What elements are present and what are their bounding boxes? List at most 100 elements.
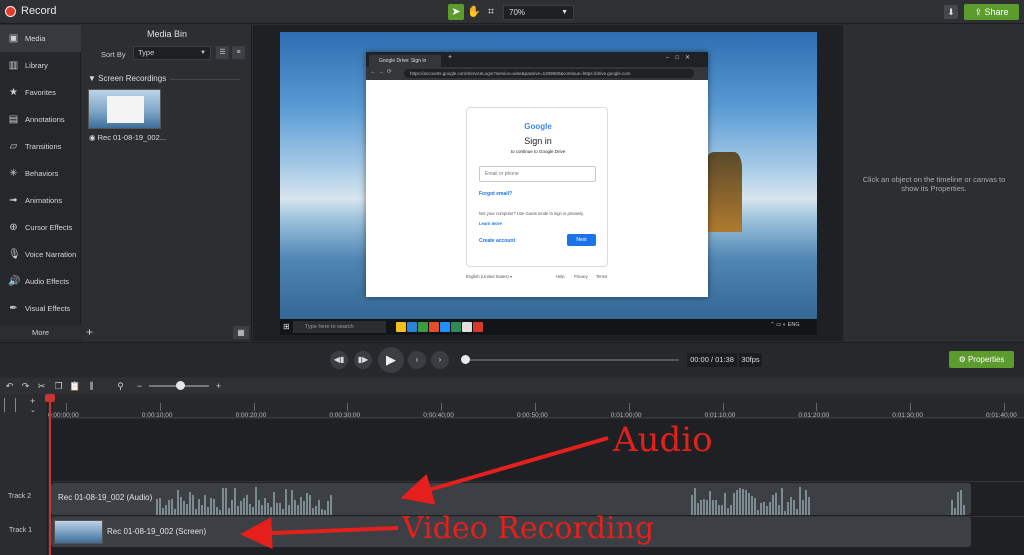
previous-clip-icon[interactable]: ‹ [408, 351, 426, 369]
nav-arrows-icon[interactable]: ←→⟳ [370, 69, 395, 75]
zoom-dropdown[interactable]: 70% ▼ [503, 5, 574, 20]
audio-clip[interactable]: Rec 01-08-19_002 (Audio) [51, 483, 971, 515]
taskbar-app-icon[interactable] [407, 322, 417, 332]
windows-start-icon[interactable]: ⊞ [283, 322, 290, 332]
add-track-icon[interactable]: + [30, 396, 35, 406]
crop-icon[interactable]: ⌗ [483, 4, 499, 20]
paste-icon[interactable]: 📋 [69, 381, 80, 392]
playhead[interactable] [49, 394, 51, 555]
zoom-out-icon[interactable]: − [134, 381, 145, 392]
tool-cursor-effects[interactable]: ⊕ Cursor Effects [0, 214, 81, 241]
cut-icon[interactable]: ✂ [36, 381, 47, 392]
window-controls-icon[interactable]: –□✕ [666, 54, 696, 61]
waveform-bar [222, 488, 224, 515]
playhead-handle[interactable] [45, 394, 55, 402]
waveform-bar [276, 502, 278, 515]
ruler-tick-label: 0:01:30;00 [892, 412, 923, 419]
tool-media[interactable]: ▣ Media [0, 25, 81, 52]
star-icon: ★ [9, 87, 18, 98]
tool-annotations[interactable]: ▤ Annotations [0, 106, 81, 133]
forgot-email-link[interactable]: Forgot email? [479, 191, 512, 197]
help-link[interactable]: Help [556, 274, 565, 279]
copy-icon[interactable]: ❐ [53, 381, 64, 392]
properties-button[interactable]: ⚙ Properties [949, 351, 1014, 368]
grid-view-icon[interactable]: ▦ [233, 326, 249, 339]
video-clip[interactable]: Rec 01-08-19_002 (Screen) [51, 517, 971, 547]
taskbar-app-icon[interactable] [418, 322, 428, 332]
language-select[interactable]: English (United States) ▾ [466, 274, 512, 279]
step-forward-icon[interactable]: ▮▶ [354, 351, 372, 369]
waveform-bar [957, 491, 959, 515]
step-back-icon[interactable]: ◀▮ [330, 351, 348, 369]
cursor-icon: ⊕ [9, 222, 18, 233]
privacy-link[interactable]: Privacy [574, 274, 588, 279]
download-icon[interactable]: ⬇ [944, 5, 958, 19]
scrubber-track[interactable] [465, 359, 679, 361]
new-tab-icon[interactable]: + [448, 54, 452, 61]
screen-recordings-header[interactable]: ▼ Screen Recordings [88, 74, 166, 83]
waveform-bar [772, 494, 774, 515]
playback-bar: ◀▮ ▮▶ ▶ ‹ › 00:00 / 01:38 30fps ⚙ Proper… [0, 342, 1024, 377]
record-icon[interactable] [5, 6, 16, 17]
waveform-bar [784, 510, 786, 515]
browser-window[interactable]: Google Drive: Sign in + –□✕ ←→⟳ https://… [366, 52, 708, 297]
taskbar-app-icon[interactable] [440, 322, 450, 332]
tool-behaviors[interactable]: ✳ Behaviors [0, 160, 81, 187]
waveform-bar [751, 495, 753, 515]
taskbar-app-icon[interactable] [473, 322, 483, 332]
waveform-bar [249, 504, 251, 515]
audio-clip-label: Rec 01-08-19_002 (Audio) [58, 493, 153, 502]
waveform-bar [706, 500, 708, 515]
taskbar-app-icon[interactable] [396, 322, 406, 332]
collapse-tracks-icon[interactable]: ⌄ [30, 406, 36, 414]
waveform-bar [799, 487, 801, 515]
tool-voice-narration[interactable]: 🎙 Voice Narration [0, 241, 81, 268]
next-clip-icon[interactable]: › [431, 351, 449, 369]
undo-icon[interactable]: ↶ [4, 381, 15, 392]
tool-visual-effects[interactable]: ✒ Visual Effects [0, 295, 81, 322]
canvas-preview[interactable]: Google Drive: Sign in + –□✕ ←→⟳ https://… [280, 32, 817, 335]
record-button[interactable]: Record [21, 5, 56, 17]
taskbar-app-icon[interactable] [451, 322, 461, 332]
terms-link[interactable]: Terms [596, 274, 607, 279]
add-media-icon[interactable]: + [83, 326, 96, 339]
more-button[interactable]: More [0, 325, 81, 340]
select-tool-icon[interactable]: ➤ [448, 4, 464, 20]
sort-dropdown[interactable]: Type ▼ [133, 46, 211, 60]
tool-animations[interactable]: ➟ Animations [0, 187, 81, 214]
tool-audio-effects[interactable]: 🔊 Audio Effects [0, 268, 81, 295]
tool-label: Audio Effects [25, 277, 70, 286]
learn-more-link[interactable]: Learn more [479, 221, 502, 226]
media-thumbnail[interactable] [88, 89, 161, 129]
scrubber-handle[interactable] [461, 355, 470, 364]
tool-label: Cursor Effects [25, 223, 73, 232]
email-field[interactable]: Email or phone [479, 166, 596, 182]
list-view-icon[interactable]: ☰ [216, 46, 229, 59]
redo-icon[interactable]: ↷ [20, 381, 31, 392]
taskbar-search[interactable]: Type here to search [293, 321, 386, 333]
share-button[interactable]: ⇪ Share [964, 4, 1019, 20]
play-button[interactable]: ▶ [378, 347, 404, 373]
waveform-bar [954, 508, 956, 515]
taskbar-app-icon[interactable] [429, 322, 439, 332]
ruler-tick [628, 403, 630, 411]
create-account-link[interactable]: Create account [479, 238, 515, 244]
tool-favorites[interactable]: ★ Favorites [0, 79, 81, 106]
track-height-icon[interactable] [4, 398, 16, 412]
tool-transitions[interactable]: ▱ Transitions [0, 133, 81, 160]
zoom-search-icon[interactable]: ⚲ [115, 381, 126, 392]
split-icon[interactable]: ⫼ [86, 381, 97, 392]
browser-tab[interactable]: Google Drive: Sign in [369, 55, 441, 67]
sort-order-icon[interactable]: ≡ [232, 46, 245, 59]
pan-hand-icon[interactable]: ✋ [466, 4, 482, 20]
timeline-ruler[interactable]: 0:00:00;00 0:00:10;00 0:00:20;00 0:00:30;00… [48, 394, 1024, 419]
zoom-in-icon[interactable]: + [213, 381, 224, 392]
waveform-bar [267, 503, 269, 515]
waveform-bar [192, 495, 194, 515]
url-field[interactable]: https://accounts.google.com/ServiceLogin… [404, 69, 694, 78]
taskbar-app-icon[interactable] [462, 322, 472, 332]
timeline-zoom-handle[interactable] [176, 381, 185, 390]
tool-library[interactable]: ▥ Library [0, 52, 81, 79]
next-button[interactable]: Next [567, 234, 596, 246]
waveform-bar [721, 505, 723, 515]
